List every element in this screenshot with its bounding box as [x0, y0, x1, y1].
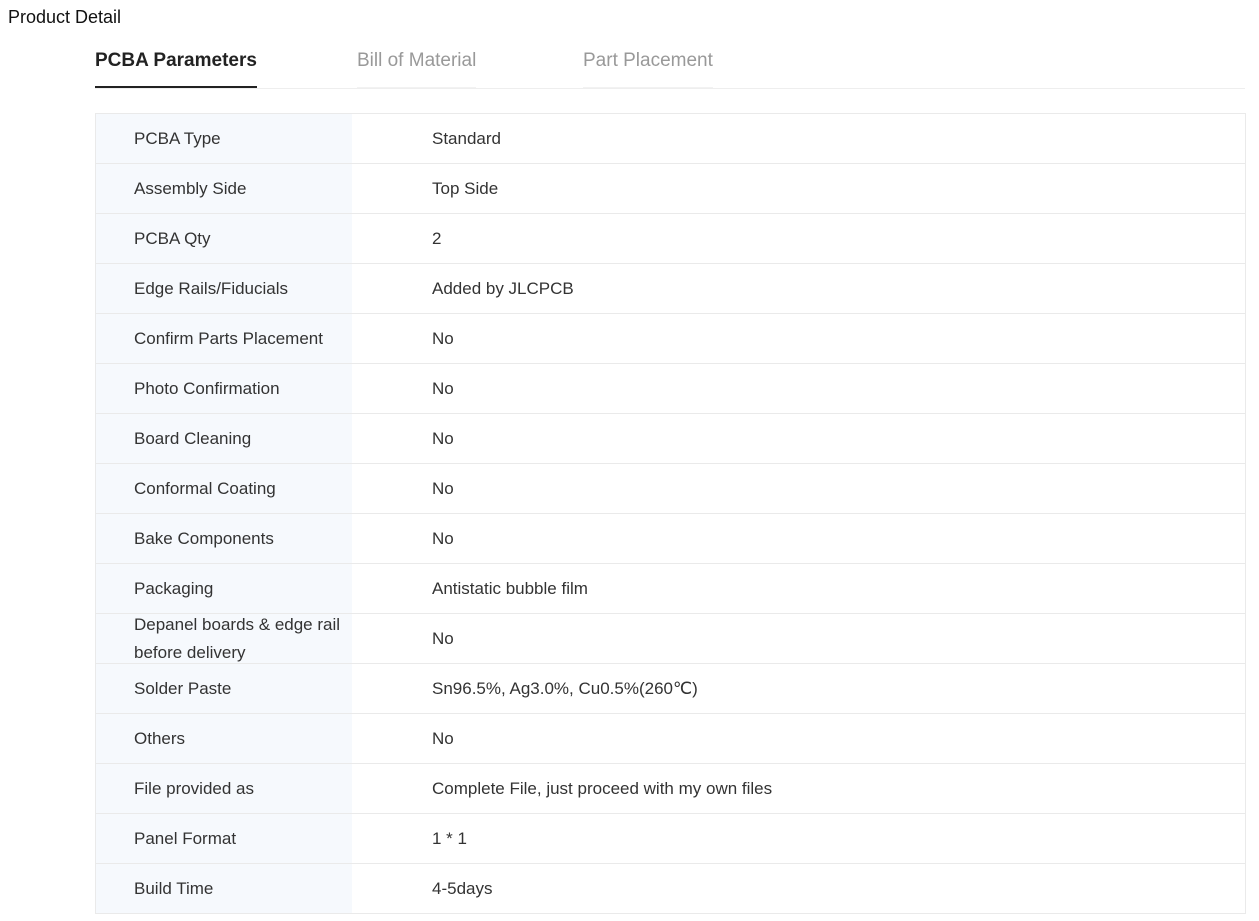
param-value: No	[432, 728, 454, 748]
param-row-board-cleaning: Board Cleaning No	[96, 414, 1245, 464]
param-value: 4-5days	[432, 878, 493, 898]
param-value: No	[432, 428, 454, 448]
param-label: PCBA Type	[96, 114, 352, 163]
param-label: Bake Components	[96, 514, 352, 563]
param-value: No	[432, 478, 454, 498]
param-row-packaging: Packaging Antistatic bubble film	[96, 564, 1245, 614]
tab-pcba-parameters[interactable]: PCBA Parameters	[95, 48, 257, 88]
param-label: Board Cleaning	[96, 414, 352, 463]
pcba-parameters-table: PCBA Type Standard Assembly Side Top Sid…	[95, 113, 1246, 914]
param-value: No	[432, 628, 454, 648]
param-row-pcba-type: PCBA Type Standard	[96, 114, 1245, 164]
param-value: Sn96.5%, Ag3.0%, Cu0.5%(260℃)	[432, 678, 698, 698]
param-row-file-provided-as: File provided as Complete File, just pro…	[96, 764, 1245, 814]
param-label: Confirm Parts Placement	[96, 314, 352, 363]
param-value: 2	[432, 228, 442, 248]
param-label: Others	[96, 714, 352, 763]
param-row-conformal-coating: Conformal Coating No	[96, 464, 1245, 514]
param-value: Complete File, just proceed with my own …	[432, 778, 773, 798]
param-value: Added by JLCPCB	[432, 278, 574, 298]
param-label: Build Time	[96, 864, 352, 913]
param-label: Packaging	[96, 564, 352, 613]
param-label: Conformal Coating	[96, 464, 352, 513]
param-value: Top Side	[432, 178, 499, 198]
param-label: Photo Confirmation	[96, 364, 352, 413]
param-row-panel-format: Panel Format 1 * 1	[96, 814, 1245, 864]
param-value: Standard	[432, 128, 501, 148]
param-label: Panel Format	[96, 814, 352, 863]
param-label: Depanel boards & edge rail before delive…	[96, 614, 352, 663]
param-value: 1 * 1	[432, 828, 467, 848]
param-row-pcba-qty: PCBA Qty 2	[96, 214, 1245, 264]
param-label: Solder Paste	[96, 664, 352, 713]
param-row-edge-rails: Edge Rails/Fiducials Added by JLCPCB	[96, 264, 1245, 314]
tab-part-placement[interactable]: Part Placement	[583, 48, 713, 88]
param-value: No	[432, 378, 454, 398]
param-row-build-time: Build Time 4-5days	[96, 864, 1245, 914]
param-row-confirm-parts-placement: Confirm Parts Placement No	[96, 314, 1245, 364]
param-row-bake-components: Bake Components No	[96, 514, 1245, 564]
param-value: Antistatic bubble film	[432, 578, 588, 598]
param-value: No	[432, 328, 454, 348]
tab-bill-of-material[interactable]: Bill of Material	[357, 48, 477, 88]
param-label: PCBA Qty	[96, 214, 352, 263]
param-row-photo-confirmation: Photo Confirmation No	[96, 364, 1245, 414]
tab-bar: PCBA Parameters Bill of Material Part Pl…	[95, 0, 1245, 89]
param-label: Assembly Side	[96, 164, 352, 213]
param-row-assembly-side: Assembly Side Top Side	[96, 164, 1245, 214]
param-row-solder-paste: Solder Paste Sn96.5%, Ag3.0%, Cu0.5%(260…	[96, 664, 1245, 714]
param-row-depanel: Depanel boards & edge rail before delive…	[96, 614, 1245, 664]
param-label: File provided as	[96, 764, 352, 813]
param-row-others: Others No	[96, 714, 1245, 764]
param-label: Edge Rails/Fiducials	[96, 264, 352, 313]
param-value: No	[432, 528, 454, 548]
